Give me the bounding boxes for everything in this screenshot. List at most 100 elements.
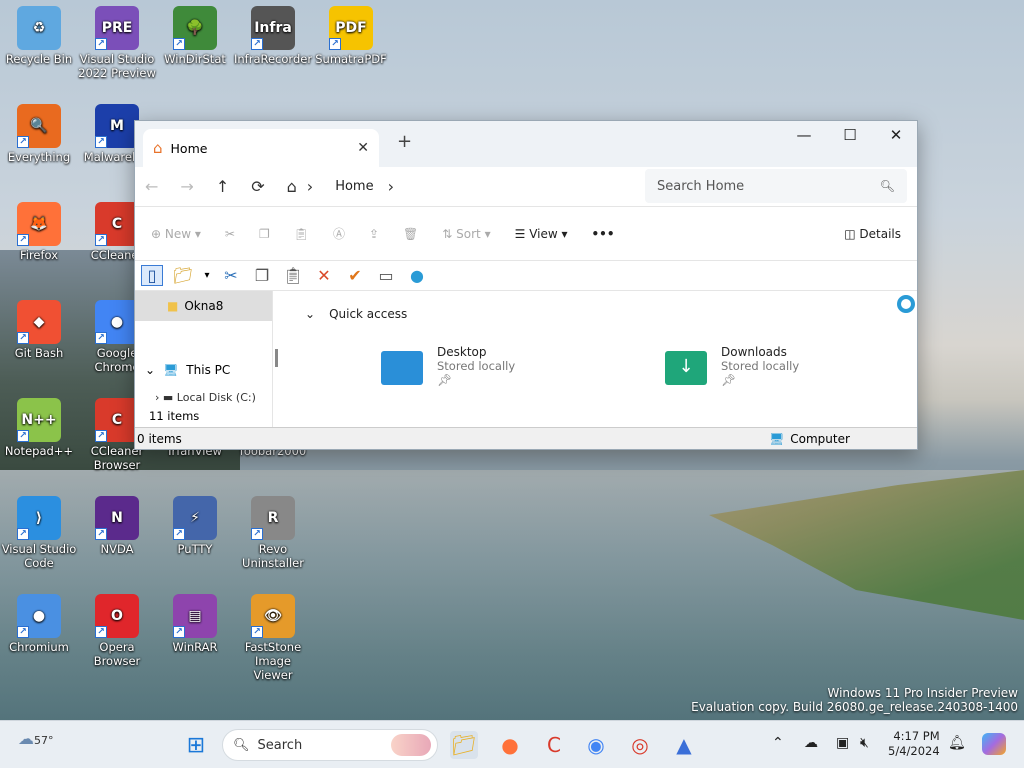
desktop-icon-visual-studio-code[interactable]: ⟩ ↗ Visual Studio Code — [0, 496, 78, 570]
copy-icon[interactable]: ❐ — [259, 227, 270, 241]
shortcut-arrow-icon: ↗ — [173, 528, 185, 540]
folder-downloads[interactable]: ↓ Downloads Stored locally 📌︎ — [665, 345, 799, 387]
details-button[interactable]: ◫ Details — [844, 227, 901, 241]
desktop-icon-windirstat[interactable]: 🌳 ↗ WinDirStat — [156, 6, 234, 66]
desktop-icon-sumatrapdf[interactable]: PDF ↗ SumatraPDF — [312, 6, 390, 66]
desktop-icon-faststone-image-viewer[interactable]: 👁 ↗ FastStone Image Viewer — [234, 594, 312, 682]
chevron-icon: › — [306, 177, 314, 196]
home-nav-icon[interactable]: ⌂ — [287, 177, 297, 196]
maximize-button[interactable]: ☐ — [829, 123, 871, 147]
paste-icon[interactable]: 📋︎ — [294, 227, 309, 241]
cut-icon[interactable]: ✂ — [220, 266, 242, 285]
back-icon[interactable]: ← — [145, 177, 158, 196]
desktop-icon-label: Chromium — [9, 640, 69, 654]
folder-check-icon[interactable]: 📁︎ — [172, 266, 194, 285]
sidebar-item-this-pc[interactable]: ⌄ 🖥︎ This PC — [145, 363, 230, 377]
clock[interactable]: 4:17 PM 5/4/2024 — [888, 729, 940, 759]
view-button[interactable]: ☰ View ▾ — [515, 227, 568, 241]
content-pane: ⌄ Quick access Desktop Stored locally 📌︎ ↓… — [273, 291, 917, 427]
desktop-icon-visual-studio-2022-preview[interactable]: PRE ↗ Visual Studio 2022 Preview — [78, 6, 156, 80]
shortcut-arrow-icon: ↗ — [17, 626, 29, 638]
title-bar[interactable]: ⌂ Home ✕ + — ☐ ✕ — [135, 121, 917, 167]
forward-icon[interactable]: → — [180, 177, 193, 196]
more-options-button[interactable]: ••• — [592, 227, 615, 241]
network-icon[interactable]: ☁ — [804, 735, 818, 751]
desktop-icon-label: SumatraPDF — [315, 52, 387, 66]
delete-icon[interactable]: 🗑︎ — [403, 227, 418, 241]
close-window-button[interactable]: ✕ — [875, 123, 917, 147]
desktop-icon-label: WinRAR — [172, 640, 218, 654]
desktop-icon-infrarecorder[interactable]: Infra ↗ InfraRecorder — [234, 6, 312, 66]
ccleaner-taskbar-icon[interactable]: C — [540, 731, 568, 759]
shortcut-arrow-icon: ↗ — [329, 38, 341, 50]
desktop-icon-opera-browser[interactable]: O ↗ Opera Browser — [78, 594, 156, 668]
close-tab-icon[interactable]: ✕ — [357, 140, 369, 156]
rename-icon[interactable]: ▭ — [375, 266, 397, 285]
new-tab-button[interactable]: + — [397, 131, 412, 152]
taskbar: ☁57° ⊞ 🔍︎ Search 📁︎ ● C ◉ ◎ ▲ ⌃ ☁ ▣ 🔇︎ 4… — [0, 720, 1024, 768]
navigation-pane[interactable]: ■ Okna8 ⌄ 🖥︎ This PC › ▬ Local Disk (C:) — [135, 291, 278, 427]
desktop-icon-putty[interactable]: ⚡ ↗ PuTTY — [156, 496, 234, 556]
paste-icon[interactable]: 📋︎ — [282, 266, 304, 285]
shortcut-arrow-icon: ↗ — [251, 626, 263, 638]
desktop-icon-label: FastStone Image Viewer — [244, 640, 302, 682]
weather-widget[interactable]: ☁57° — [18, 729, 54, 748]
chevron-down-icon[interactable]: ⌄ — [145, 363, 155, 377]
copilot-icon[interactable] — [982, 733, 1006, 755]
volume-icon[interactable]: 🔇︎ — [860, 735, 869, 751]
minimize-button[interactable]: — — [783, 123, 825, 147]
desktop-icon-revo-uninstaller[interactable]: R ↗ Revo Uninstaller — [234, 496, 312, 570]
share-icon[interactable]: ⇪ — [369, 227, 379, 241]
chevron-icon[interactable]: › — [388, 177, 394, 196]
desktop-icon-everything[interactable]: 🔍 ↗ Everything — [0, 104, 78, 164]
shortcut-arrow-icon: ↗ — [17, 136, 29, 148]
tab-home[interactable]: ⌂ Home ✕ — [143, 129, 379, 167]
start-button[interactable]: ⊞ — [182, 731, 210, 759]
desktop-icon-chromium[interactable]: ● ↗ Chromium — [0, 594, 78, 654]
dropdown-icon[interactable]: ▾ — [203, 270, 211, 281]
check-icon[interactable]: ✔ — [344, 266, 366, 285]
breadcrumb-home[interactable]: Home — [335, 179, 373, 194]
copy-icon[interactable]: ❐ — [251, 266, 273, 285]
desktop-icon-label: Firefox — [19, 248, 59, 262]
desktop-icon-label: WinDirStat — [164, 52, 226, 66]
desktop-icon-nvda[interactable]: N ↗ NVDA — [78, 496, 156, 556]
taskbar-search[interactable]: 🔍︎ Search — [222, 729, 438, 761]
desktop-icon-label: Notepad++ — [4, 444, 74, 458]
sort-button[interactable]: ⇅ Sort ▾ — [442, 227, 490, 241]
folder-desktop[interactable]: Desktop Stored locally 📌︎ — [381, 345, 515, 387]
shortcut-arrow-icon: ↗ — [95, 626, 107, 638]
cut-icon[interactable]: ✂ — [225, 227, 235, 241]
new-button[interactable]: ⊕ New ▾ — [151, 227, 201, 241]
rename-icon[interactable]: Ⓐ — [333, 225, 345, 242]
up-icon[interactable]: ↑ — [216, 177, 229, 196]
file-explorer-taskbar-icon[interactable]: 📁︎ — [450, 731, 478, 759]
chevron-up-icon[interactable]: ⌃ — [772, 735, 784, 751]
desktop-icon-winrar[interactable]: ▤ ↗ WinRAR — [156, 594, 234, 654]
folder-icon: ■ — [167, 299, 179, 313]
bell-icon[interactable]: 🔔︎ — [948, 735, 966, 751]
desktop-icon-notepad-[interactable]: N++ ↗ Notepad++ — [0, 398, 78, 458]
quick-access-header[interactable]: ⌄ Quick access — [305, 307, 407, 321]
display-icon[interactable]: ▣ — [836, 735, 849, 751]
refresh-icon[interactable]: ⟳ — [251, 177, 264, 196]
file-explorer-window[interactable]: ⌂ Home ✕ + — ☐ ✕ ← → ↑ ⟳ ⌂ › Home › Sear… — [134, 120, 918, 450]
ccleaner-browser-taskbar-icon[interactable]: ◎ — [626, 731, 654, 759]
sidebar-item-okna8[interactable]: ■ Okna8 — [135, 291, 272, 321]
chrome-taskbar-icon[interactable]: ◉ — [582, 731, 610, 759]
shortcut-arrow-icon: ↗ — [95, 38, 107, 50]
firefox-taskbar-icon[interactable]: ● — [496, 731, 524, 759]
app-icon: 🦊 ↗ — [17, 202, 61, 246]
desktop-icon-git-bash[interactable]: ◆ ↗ Git Bash — [0, 300, 78, 360]
desktop-icon-recycle-bin[interactable]: ♻ Recycle Bin — [0, 6, 78, 66]
pane-icon[interactable]: ▯ — [141, 265, 163, 286]
search-input[interactable]: Search Home 🔍︎ — [645, 169, 907, 203]
desktop-icon-firefox[interactable]: 🦊 ↗ Firefox — [0, 202, 78, 262]
app-taskbar-icon[interactable]: ▲ — [670, 731, 698, 759]
search-placeholder: Search Home — [657, 178, 745, 194]
sidebar-item-local-disk[interactable]: › ▬ Local Disk (C:) — [155, 391, 256, 403]
globe-icon[interactable]: ● — [406, 266, 428, 285]
chevron-down-icon[interactable]: ⌄ — [305, 307, 315, 321]
shortcut-arrow-icon: ↗ — [17, 332, 29, 344]
delete-x-icon[interactable]: ✕ — [313, 266, 335, 285]
